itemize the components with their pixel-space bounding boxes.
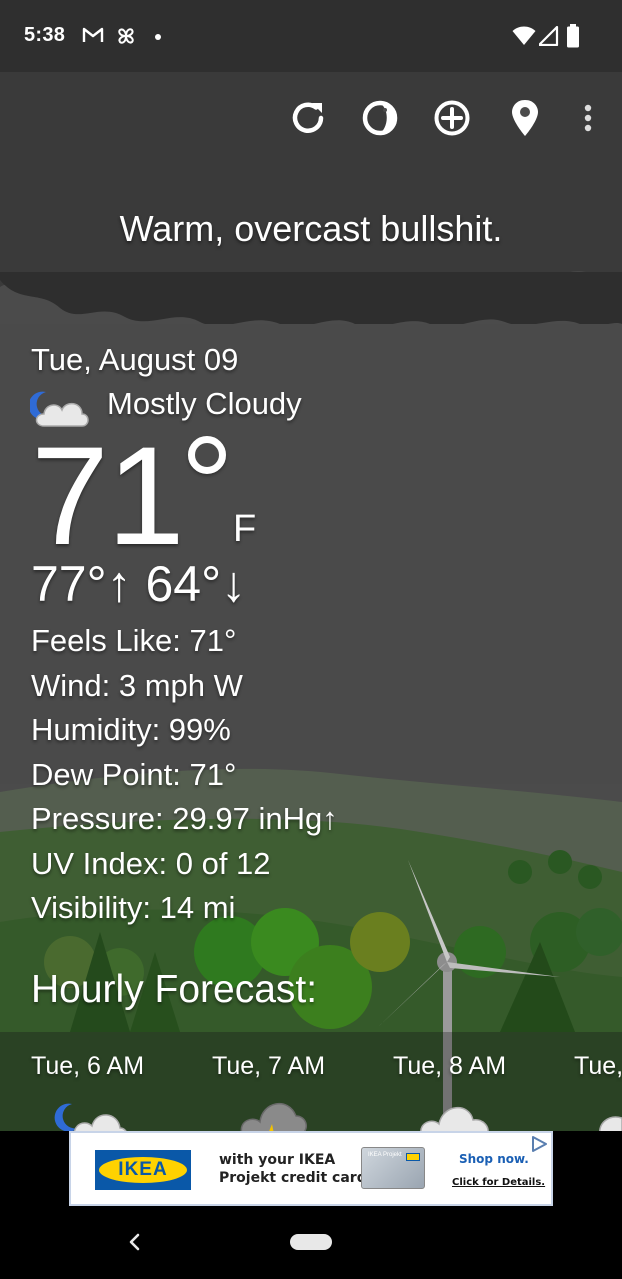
thunderstorm-icon — [240, 1102, 307, 1131]
ad-text-line2: Projekt credit card — [219, 1170, 367, 1186]
weather-app[interactable]: Warm, overcast bullshit. Tue, August 09 … — [0, 72, 622, 1131]
hourly-forecast-strip[interactable]: Tue, 6 AM Tue, 7 AM Tue, 8 AM Tue, — [0, 1032, 622, 1131]
uv-index: UV Index: 0 of 12 — [31, 846, 271, 881]
pressure: Pressure: 29.97 inHg↑ — [31, 801, 338, 836]
theme-button[interactable] — [358, 96, 402, 140]
ad-text-line1: with your IKEA — [219, 1152, 336, 1168]
refresh-icon — [292, 102, 324, 133]
current-date: Tue, August 09 — [31, 342, 239, 377]
high-low-temperature: 77°↑ 64°↓ — [31, 556, 247, 612]
hourly-forecast-title: Hourly Forecast: — [31, 968, 318, 1011]
ikea-logo: IKEA — [95, 1150, 191, 1190]
partly-cloudy-night-icon — [54, 1103, 127, 1131]
wind: Wind: 3 mph W — [31, 668, 243, 703]
status-bar: 5:38 — [0, 0, 622, 72]
navigation-bar — [0, 1209, 622, 1279]
ikea-ad-banner[interactable]: IKEA with your IKEA Projekt credit card … — [69, 1131, 553, 1206]
ad-area: IKEA with your IKEA Projekt credit card … — [0, 1131, 622, 1209]
pinwheel-icon — [118, 28, 134, 44]
credit-card-label: IKEA Projekt — [368, 1152, 402, 1158]
home-pill[interactable] — [290, 1234, 332, 1250]
add-location-icon — [434, 100, 470, 136]
humidity: Humidity: 99% — [31, 712, 231, 747]
cloud-icon — [420, 1106, 489, 1131]
feels-like: Feels Like: 71° — [31, 623, 237, 658]
hourly-item-label[interactable]: Tue, — [574, 1052, 622, 1081]
cloud-icon — [599, 1116, 622, 1131]
more-options-button[interactable] — [566, 96, 610, 140]
add-location-button[interactable] — [430, 96, 474, 140]
status-time: 5:38 — [24, 24, 66, 46]
cell-signal-icon — [539, 26, 559, 46]
hourly-item-label[interactable]: Tue, 6 AM — [31, 1052, 144, 1081]
credit-card-logo — [406, 1153, 420, 1161]
ad-details-link[interactable]: Click for Details. — [452, 1177, 545, 1188]
dew-point: Dew Point: 71° — [31, 757, 237, 792]
hourly-item-label[interactable]: Tue, 8 AM — [393, 1052, 506, 1081]
ad-shop-now-link[interactable]: Shop now. — [459, 1152, 529, 1166]
wifi-icon — [512, 26, 536, 45]
theme-icon — [362, 100, 398, 136]
weather-headline: Warm, overcast bullshit. — [119, 208, 503, 249]
hourly-item-label[interactable]: Tue, 7 AM — [212, 1052, 325, 1081]
more-vert-icon — [584, 104, 592, 132]
credit-card-image: IKEA Projekt — [361, 1147, 425, 1189]
visibility: Visibility: 14 mi — [31, 890, 236, 925]
degree-symbol — [188, 436, 226, 474]
location-button[interactable] — [503, 96, 547, 140]
ikea-logo-text: IKEA — [99, 1157, 187, 1183]
dot-icon — [155, 34, 161, 40]
battery-icon — [567, 24, 579, 48]
back-icon[interactable] — [122, 1229, 148, 1255]
gmail-icon — [82, 27, 104, 42]
ad-copy: with your IKEA Projekt credit card — [219, 1151, 367, 1187]
temperature-unit: F — [233, 508, 257, 550]
refresh-button[interactable] — [286, 96, 330, 140]
location-pin-icon — [512, 100, 538, 136]
ad-choices-icon[interactable] — [529, 1135, 549, 1153]
current-temperature: 71 — [31, 417, 185, 574]
